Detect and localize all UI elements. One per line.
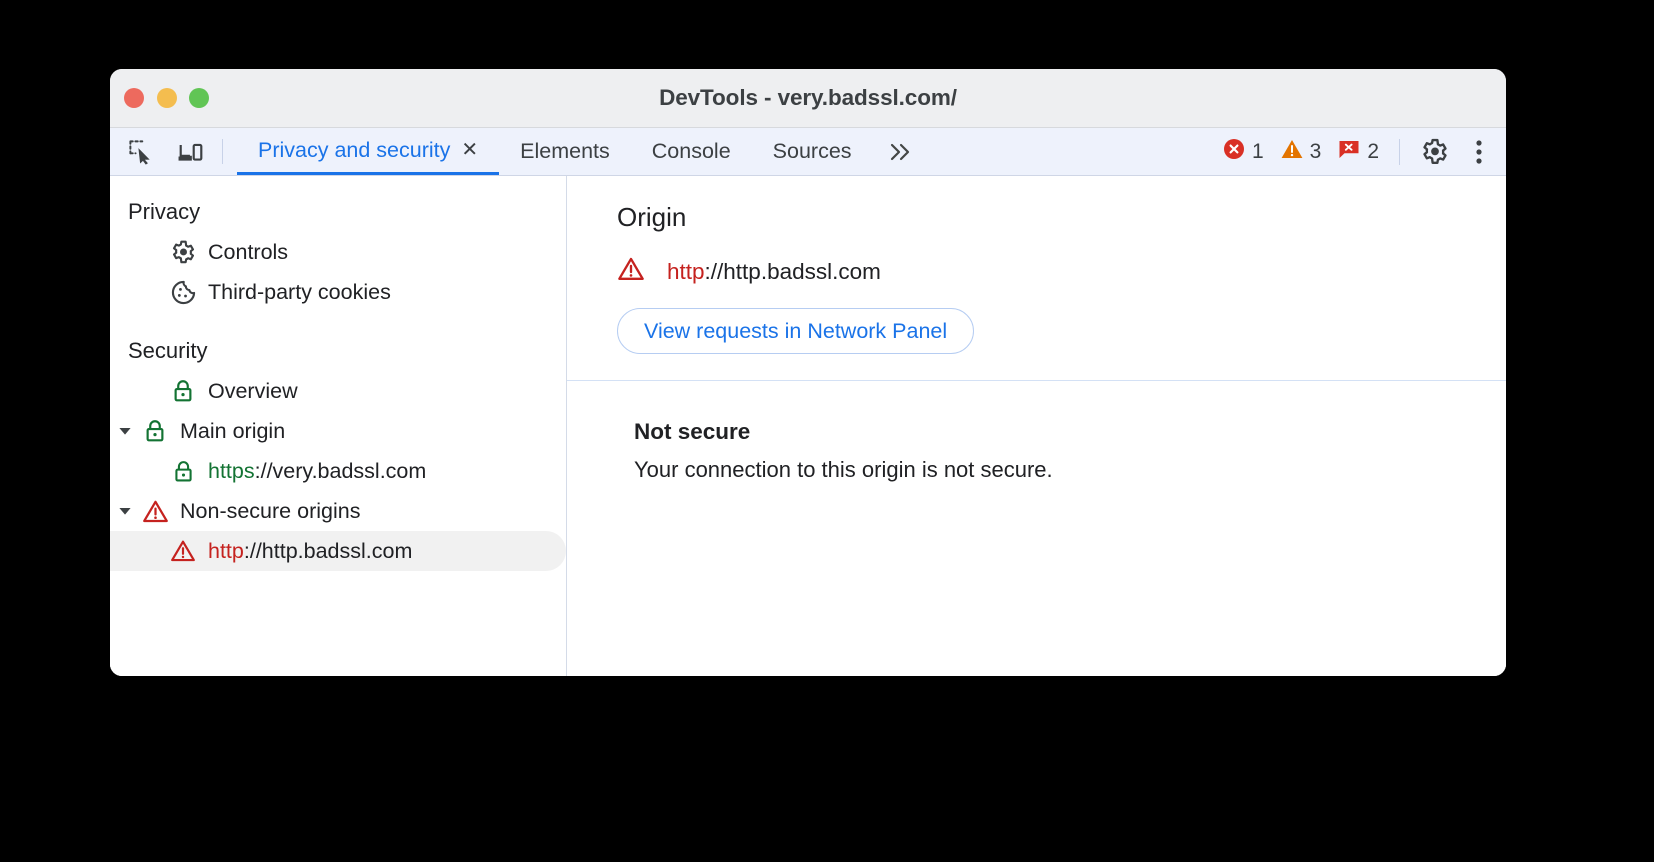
more-options-icon[interactable] bbox=[1466, 135, 1492, 169]
url-scheme: http bbox=[667, 258, 705, 284]
toolbar-divider bbox=[222, 139, 223, 164]
tab-label: Elements bbox=[520, 139, 610, 163]
sidebar-item-controls[interactable]: Controls bbox=[110, 232, 566, 272]
devtools-toolbar: Privacy and security ✕ Elements Console … bbox=[110, 128, 1506, 176]
toolbar-left-icons bbox=[110, 128, 206, 175]
toolbar-right-group: 1 3 2 bbox=[1222, 128, 1506, 175]
tab-label: Console bbox=[651, 139, 731, 163]
warning-icon bbox=[1280, 137, 1304, 167]
page-title: Origin bbox=[617, 202, 687, 232]
sidebar-item-label: Controls bbox=[208, 239, 289, 264]
inspect-element-icon[interactable] bbox=[126, 137, 156, 167]
devtools-body: Privacy Controls Third-party cookies Sec… bbox=[110, 176, 1506, 676]
warning-triangle-icon bbox=[168, 538, 198, 564]
origin-url: http://http.badssl.com bbox=[667, 259, 881, 285]
status-description: Your connection to this origin is not se… bbox=[634, 457, 1053, 482]
url-host: ://http.badssl.com bbox=[243, 538, 413, 563]
close-icon[interactable]: ✕ bbox=[461, 140, 478, 160]
url-scheme: https bbox=[208, 458, 255, 483]
error-count: 1 bbox=[1251, 139, 1264, 163]
device-toolbar-icon[interactable] bbox=[176, 137, 206, 167]
issue-counter[interactable]: 2 bbox=[1337, 137, 1379, 167]
sidebar-group-security-title: Security bbox=[128, 338, 208, 363]
origin-url-row: http://http.badssl.com bbox=[617, 255, 1506, 288]
status-badge: Not secure bbox=[634, 419, 751, 444]
lock-green-icon bbox=[168, 459, 198, 484]
sidebar-item-overview[interactable]: Overview bbox=[110, 371, 566, 411]
sidebar-item-url: http://http.badssl.com bbox=[208, 539, 412, 564]
chevron-down-icon[interactable] bbox=[110, 503, 140, 519]
warning-count: 3 bbox=[1309, 139, 1322, 163]
gear-icon bbox=[168, 239, 198, 266]
traffic-lights bbox=[124, 88, 209, 108]
warning-triangle-icon bbox=[617, 255, 645, 288]
sidebar-item-main-origin[interactable]: Main origin bbox=[110, 411, 566, 451]
lock-green-icon bbox=[168, 378, 198, 404]
tab-console[interactable]: Console bbox=[631, 128, 752, 175]
close-window-button[interactable] bbox=[124, 88, 144, 108]
connection-status-section: Not secure Your connection to this origi… bbox=[567, 380, 1506, 509]
warning-triangle-icon bbox=[140, 498, 170, 525]
tab-elements[interactable]: Elements bbox=[499, 128, 631, 175]
sidebar-item-label: Third-party cookies bbox=[208, 279, 391, 304]
sidebar-item-url: https://very.badssl.com bbox=[208, 459, 426, 484]
issue-count: 2 bbox=[1367, 139, 1379, 163]
issue-icon bbox=[1337, 137, 1361, 167]
maximize-window-button[interactable] bbox=[189, 88, 209, 108]
error-icon bbox=[1222, 137, 1246, 167]
sidebar-item-https-very-badssl-com[interactable]: https://very.badssl.com bbox=[110, 451, 566, 491]
tab-privacy-and-security[interactable]: Privacy and security ✕ bbox=[237, 128, 500, 175]
view-requests-in-network-panel-button[interactable]: View requests in Network Panel bbox=[617, 308, 975, 354]
security-main-panel: Origin http://http.badssl.com View reque… bbox=[567, 176, 1506, 676]
sidebar-item-label: Non-secure origins bbox=[180, 498, 361, 523]
sidebar-item-label: Overview bbox=[208, 378, 298, 403]
gear-icon[interactable] bbox=[1418, 135, 1452, 169]
security-sidebar: Privacy Controls Third-party cookies Sec… bbox=[110, 176, 567, 676]
minimize-window-button[interactable] bbox=[156, 88, 177, 108]
warning-counter[interactable]: 3 bbox=[1280, 137, 1322, 167]
toolbar-right-divider bbox=[1399, 138, 1400, 165]
cookie-icon bbox=[168, 279, 198, 306]
sidebar-item-label: Main origin bbox=[180, 418, 286, 443]
window-titlebar: DevTools - very.badssl.com/ bbox=[110, 69, 1506, 128]
chevron-down-icon[interactable] bbox=[110, 423, 140, 439]
window-title: DevTools - very.badssl.com/ bbox=[659, 85, 957, 110]
url-host: ://http.badssl.com bbox=[704, 258, 881, 284]
origin-section: Origin http://http.badssl.com View reque… bbox=[567, 176, 1506, 380]
panel-tabs: Privacy and security ✕ Elements Console … bbox=[237, 128, 929, 175]
tab-label: Privacy and security bbox=[258, 137, 451, 162]
sidebar-item-non-secure-origins[interactable]: Non-secure origins bbox=[110, 491, 566, 531]
sidebar-group-privacy-title: Privacy bbox=[128, 199, 201, 224]
tab-label: Sources bbox=[772, 139, 852, 163]
devtools-window: DevTools - very.badssl.com/ Privacy and … bbox=[110, 69, 1506, 676]
tab-sources[interactable]: Sources bbox=[752, 128, 873, 175]
error-counter[interactable]: 1 bbox=[1222, 137, 1264, 167]
more-tabs-icon[interactable] bbox=[873, 128, 929, 175]
lock-green-icon bbox=[140, 418, 170, 444]
sidebar-item-http-http-badssl-com[interactable]: http://http.badssl.com bbox=[110, 531, 566, 571]
sidebar-item-third-party-cookies[interactable]: Third-party cookies bbox=[110, 272, 566, 312]
url-scheme: http bbox=[208, 538, 244, 563]
url-host: ://very.badssl.com bbox=[254, 458, 427, 483]
